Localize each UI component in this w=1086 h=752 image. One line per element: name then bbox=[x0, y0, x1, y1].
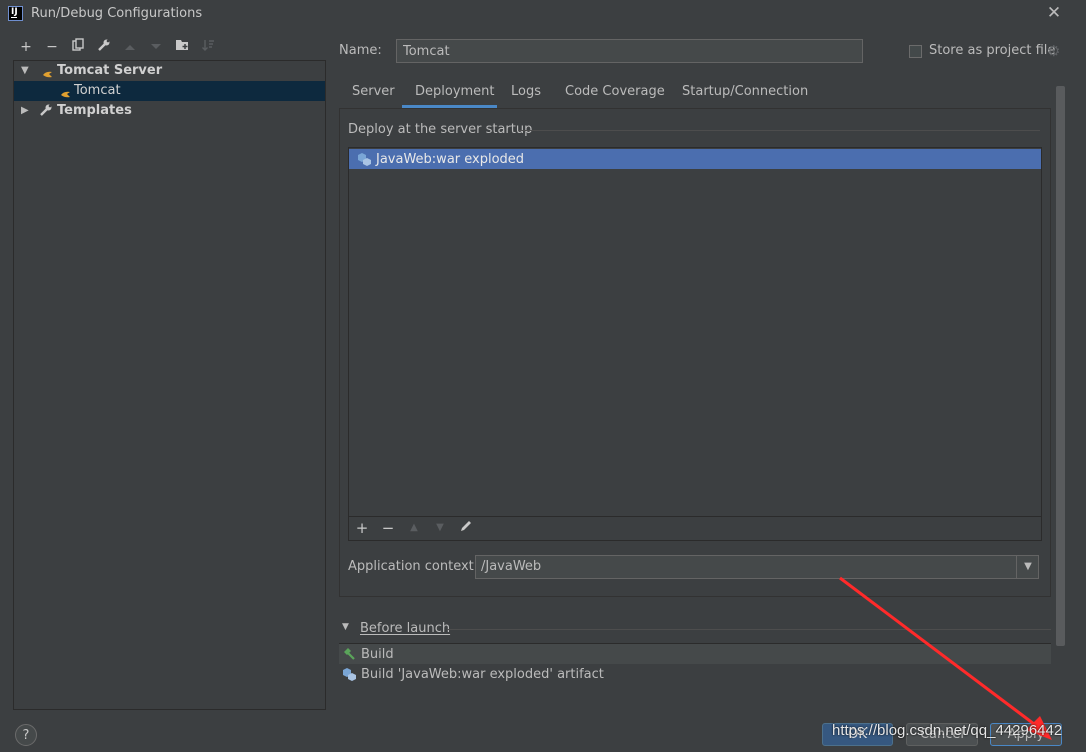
application-context-value[interactable]: /JavaWeb bbox=[481, 559, 541, 574]
tab-deployment[interactable]: Deployment bbox=[415, 84, 495, 99]
before-launch-title[interactable]: Before launch bbox=[360, 621, 450, 636]
before-launch-item: Build bbox=[361, 647, 394, 662]
move-down-icon[interactable] bbox=[147, 38, 165, 56]
tree-item-tomcat[interactable]: Tomcat bbox=[14, 81, 325, 101]
gear-icon[interactable]: ⚙ bbox=[1047, 42, 1060, 60]
move-up-icon[interactable]: ▲ bbox=[406, 519, 422, 537]
tomcat-icon bbox=[42, 66, 52, 78]
move-up-icon[interactable] bbox=[121, 38, 139, 56]
tab-logs[interactable]: Logs bbox=[511, 84, 541, 99]
move-down-icon[interactable]: ▼ bbox=[432, 519, 448, 537]
list-toolbar bbox=[349, 516, 1041, 541]
tab-code-coverage[interactable]: Code Coverage bbox=[565, 84, 665, 99]
chevron-down-icon[interactable]: ▼ bbox=[21, 61, 29, 81]
configuration-tree[interactable]: ▼ Tomcat Server Tomcat ▶ Templates bbox=[13, 60, 326, 710]
name-field[interactable] bbox=[396, 39, 863, 63]
application-context-label: Application context: bbox=[348, 559, 479, 574]
tomcat-icon bbox=[60, 86, 70, 98]
sort-icon[interactable] bbox=[199, 38, 217, 56]
remove-icon[interactable]: − bbox=[43, 38, 61, 56]
artifact-icon bbox=[342, 667, 357, 685]
tree-item-label: Tomcat bbox=[74, 83, 121, 98]
chevron-right-icon[interactable]: ▶ bbox=[21, 101, 29, 121]
tree-templates-label: Templates bbox=[57, 103, 132, 118]
store-as-project-checkbox[interactable] bbox=[909, 45, 922, 58]
hammer-icon bbox=[342, 647, 356, 664]
tab-server[interactable]: Server bbox=[352, 84, 395, 99]
add-icon[interactable]: + bbox=[17, 38, 35, 56]
artifact-icon bbox=[357, 152, 372, 170]
add-icon[interactable]: + bbox=[354, 519, 370, 537]
wrench-icon bbox=[39, 103, 53, 124]
tab-startup-connection[interactable]: Startup/Connection bbox=[682, 84, 808, 99]
remove-icon[interactable]: − bbox=[380, 519, 396, 537]
tree-item-templates[interactable]: ▶ Templates bbox=[14, 101, 325, 121]
intellij-app-icon: IJ bbox=[8, 6, 23, 21]
copy-icon[interactable] bbox=[69, 38, 87, 56]
watermark-text: https://blog.csdn.net/qq_44296442 bbox=[832, 722, 1063, 739]
section-divider bbox=[518, 130, 1040, 131]
deploy-section-title: Deploy at the server startup bbox=[348, 122, 533, 137]
store-as-project-label[interactable]: Store as project file bbox=[929, 43, 1055, 58]
edit-pencil-icon[interactable] bbox=[458, 519, 474, 537]
deploy-item-label: JavaWeb:war exploded bbox=[376, 152, 525, 167]
help-button[interactable]: ? bbox=[15, 724, 37, 746]
new-folder-icon[interactable] bbox=[173, 38, 191, 56]
close-icon[interactable]: ✕ bbox=[1046, 3, 1062, 23]
chevron-down-icon[interactable]: ▼ bbox=[342, 622, 349, 632]
before-launch-item: Build 'JavaWeb:war exploded' artifact bbox=[361, 667, 604, 682]
tree-group-label: Tomcat Server bbox=[57, 63, 163, 78]
wrench-icon[interactable] bbox=[95, 38, 113, 56]
deploy-artifacts-list[interactable] bbox=[348, 147, 1042, 541]
window-title: Run/Debug Configurations bbox=[31, 6, 203, 21]
vertical-scrollbar[interactable] bbox=[1056, 86, 1065, 646]
name-label: Name: bbox=[339, 43, 382, 58]
tree-item-tomcat-server[interactable]: ▼ Tomcat Server bbox=[14, 61, 325, 81]
